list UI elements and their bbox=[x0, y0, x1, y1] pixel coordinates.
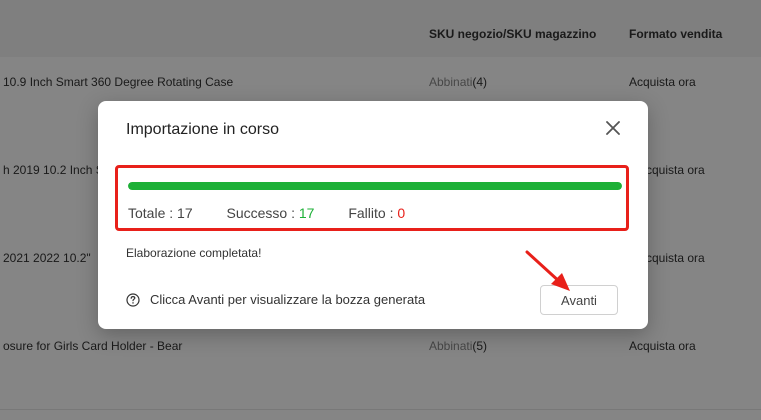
progress-fill bbox=[128, 182, 622, 190]
dialog-title: Importazione in corso bbox=[126, 121, 279, 138]
question-circle-icon bbox=[126, 292, 140, 307]
stat-failed-value: 0 bbox=[397, 205, 406, 221]
import-progress-dialog: Importazione in corso Totale : 17 Succes… bbox=[98, 101, 648, 329]
completion-message: Elaborazione completata! bbox=[126, 246, 262, 260]
progress-highlight: Totale : 17 Successo : 17 Fallito : 0 bbox=[115, 165, 629, 231]
stat-total: Totale : 17 bbox=[128, 205, 193, 221]
stat-total-label: Totale bbox=[128, 205, 166, 221]
progress-bar bbox=[128, 182, 622, 190]
hint-text: Clicca Avanti per visualizzare la bozza … bbox=[126, 292, 425, 307]
stat-failed-label: Fallito bbox=[348, 205, 386, 221]
stat-failed: Fallito : 0 bbox=[348, 205, 406, 221]
stat-success: Successo : 17 bbox=[226, 205, 315, 221]
hint-label: Clicca Avanti per visualizzare la bozza … bbox=[150, 292, 426, 307]
import-stats: Totale : 17 Successo : 17 Fallito : 0 bbox=[128, 205, 435, 221]
next-button[interactable]: Avanti bbox=[540, 285, 618, 315]
close-icon[interactable] bbox=[602, 117, 624, 139]
stat-total-value: 17 bbox=[177, 205, 193, 221]
stat-success-value: 17 bbox=[298, 205, 315, 221]
stat-success-label: Successo bbox=[226, 205, 288, 221]
